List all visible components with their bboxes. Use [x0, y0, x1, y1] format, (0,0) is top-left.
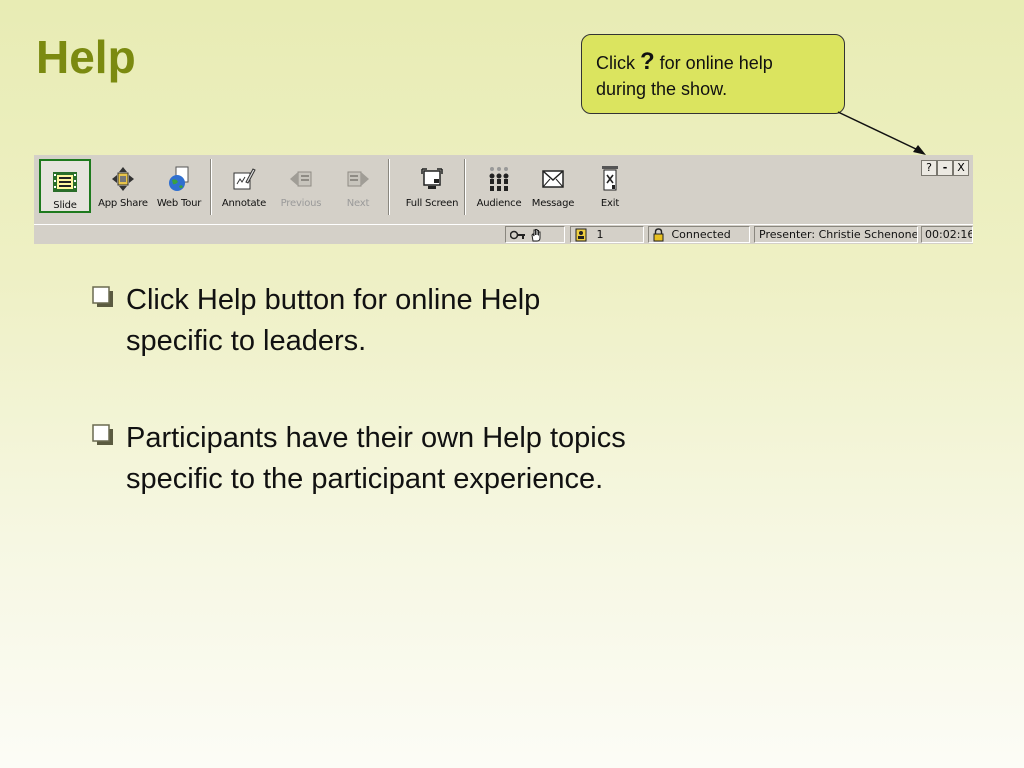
- help-callout: Click ? for online help during the show.: [581, 34, 845, 114]
- app-share-button[interactable]: App Share: [96, 158, 150, 216]
- web-tour-button-label: Web Tour: [156, 198, 202, 209]
- callout-question-mark: ?: [640, 48, 655, 75]
- participant-count: 1: [596, 228, 604, 241]
- status-tools-cell: [505, 226, 565, 243]
- bullet-line: Click Help button for online Help: [126, 284, 541, 316]
- participant-count-cell: 1: [570, 226, 644, 243]
- slide-icon: [52, 167, 78, 196]
- toolbar-separator: [464, 159, 466, 215]
- bullet-item: Click Help button for online Help specif…: [88, 280, 748, 362]
- app-share-icon: [111, 164, 135, 194]
- next-button-label: Next: [346, 198, 370, 209]
- previous-button-label: Previous: [280, 198, 322, 209]
- message-button-label: Message: [531, 198, 575, 209]
- slide-button-label: Slide: [53, 200, 77, 211]
- exit-button[interactable]: Exit: [590, 158, 630, 216]
- participant-icon: [575, 228, 587, 242]
- bullet-line: specific to leaders.: [126, 325, 367, 357]
- toolbar-button-row: Slide App Share Web Tour Annotate Previo…: [34, 155, 973, 221]
- annotate-icon: [232, 164, 256, 194]
- session-timer: 00:02:16: [921, 226, 973, 243]
- exit-icon: [601, 164, 619, 194]
- minimize-button[interactable]: -: [937, 160, 953, 176]
- bullet-line: specific to the participant experience.: [126, 463, 604, 495]
- bullet-line: Participants have their own Help topics: [126, 422, 626, 454]
- callout-line1-rest: for online help: [654, 53, 773, 73]
- checkbox-bullet-icon: [92, 286, 113, 307]
- lock-icon: [653, 228, 664, 242]
- message-button[interactable]: Message: [529, 158, 577, 216]
- web-tour-button[interactable]: Web Tour: [154, 158, 204, 216]
- previous-icon: [289, 164, 313, 194]
- connection-status-cell: Connected: [648, 226, 750, 243]
- checkbox-bullet-icon: [92, 424, 113, 445]
- bullet-list: Click Help button for online Help specif…: [88, 280, 748, 556]
- next-button[interactable]: Next: [334, 158, 382, 216]
- app-share-button-label: App Share: [98, 198, 148, 209]
- callout-line2: during the show.: [596, 79, 728, 99]
- message-icon: [542, 164, 564, 194]
- next-icon: [346, 164, 370, 194]
- status-bar: 1 Connected Presenter: Christie Schenone…: [34, 224, 973, 245]
- full-screen-button-label: Full Screen: [405, 198, 459, 209]
- slide-button[interactable]: Slide: [39, 159, 91, 213]
- conference-toolbar: Slide App Share Web Tour Annotate Previo…: [34, 155, 973, 244]
- hand-icon: [530, 228, 542, 241]
- bullet-item: Participants have their own Help topics …: [88, 418, 748, 500]
- callout-prefix: Click: [596, 53, 640, 73]
- connection-status: Connected: [671, 228, 731, 241]
- exit-button-label: Exit: [600, 198, 620, 209]
- toolbar-separator: [388, 159, 390, 215]
- annotate-button-label: Annotate: [221, 198, 267, 209]
- annotate-button[interactable]: Annotate: [220, 158, 268, 216]
- toolbar-separator: [210, 159, 212, 215]
- close-button[interactable]: X: [953, 160, 969, 176]
- audience-button-label: Audience: [476, 198, 522, 209]
- web-tour-icon: [167, 164, 191, 194]
- previous-button[interactable]: Previous: [277, 158, 325, 216]
- help-button[interactable]: ?: [921, 160, 937, 176]
- presenter-name: Presenter: Christie Schenone: [754, 226, 918, 243]
- full-screen-button[interactable]: Full Screen: [404, 158, 460, 216]
- audience-button[interactable]: Audience: [474, 158, 524, 216]
- audience-icon: [486, 164, 512, 194]
- full-screen-icon: [420, 164, 444, 194]
- key-icon: [509, 228, 526, 241]
- slide-title: Help: [36, 31, 136, 83]
